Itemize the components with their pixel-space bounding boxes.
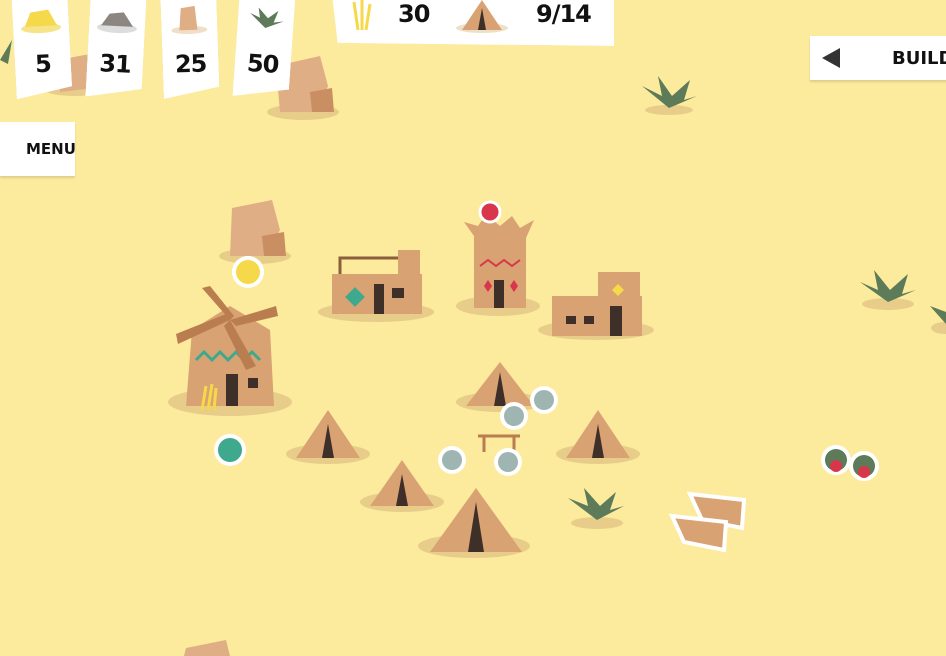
windmill[interactable] [168,286,292,416]
villager[interactable] [530,386,558,414]
villager[interactable] [494,448,522,476]
tent[interactable] [360,460,444,512]
plant-resource-card: 50 [232,0,295,100]
plant[interactable] [568,488,624,529]
villager-yellow[interactable] [232,256,264,288]
villager[interactable] [438,446,466,474]
plant[interactable] [860,270,916,310]
adobe-tower[interactable] [456,200,540,316]
gold-count: 5 [34,49,52,79]
enemy-warrior[interactable] [849,451,879,481]
arrow-left-icon [822,48,840,68]
stone-resource-card: 31 [85,0,146,99]
clay-rock[interactable] [219,200,291,264]
adobe-house[interactable] [318,250,434,322]
game-world[interactable] [0,0,946,656]
plant-count: 50 [246,48,280,80]
tent[interactable] [556,410,640,464]
villager-teal[interactable] [214,434,246,466]
deer[interactable] [668,491,747,553]
food-count: 30 [398,0,430,28]
tent[interactable] [286,410,370,464]
plant[interactable] [0,40,12,64]
gold-resource-card: 5 [11,0,72,99]
enemy-warrior[interactable] [821,445,851,475]
gold-icon [18,3,64,35]
menu-button-label: MENU [26,140,76,158]
plant[interactable] [642,76,697,115]
clay-count: 25 [174,49,207,79]
wheat-icon [352,0,372,31]
menu-button[interactable]: MENU [0,122,76,176]
stats-bar: 30 9/14 [332,0,614,46]
clay-icon [167,3,212,35]
adobe-house[interactable] [538,272,654,340]
build-button-label: BUILD [892,48,946,69]
plant[interactable] [930,306,946,334]
stone-icon [95,3,141,35]
stone-count: 31 [98,49,132,79]
plant-icon [243,3,289,36]
tent-icon [456,0,508,33]
population-count: 9/14 [536,0,592,28]
build-button[interactable]: BUILD [810,36,946,80]
villager[interactable] [500,402,528,430]
clay-rock[interactable] [184,640,230,656]
clay-resource-card: 25 [160,0,220,99]
